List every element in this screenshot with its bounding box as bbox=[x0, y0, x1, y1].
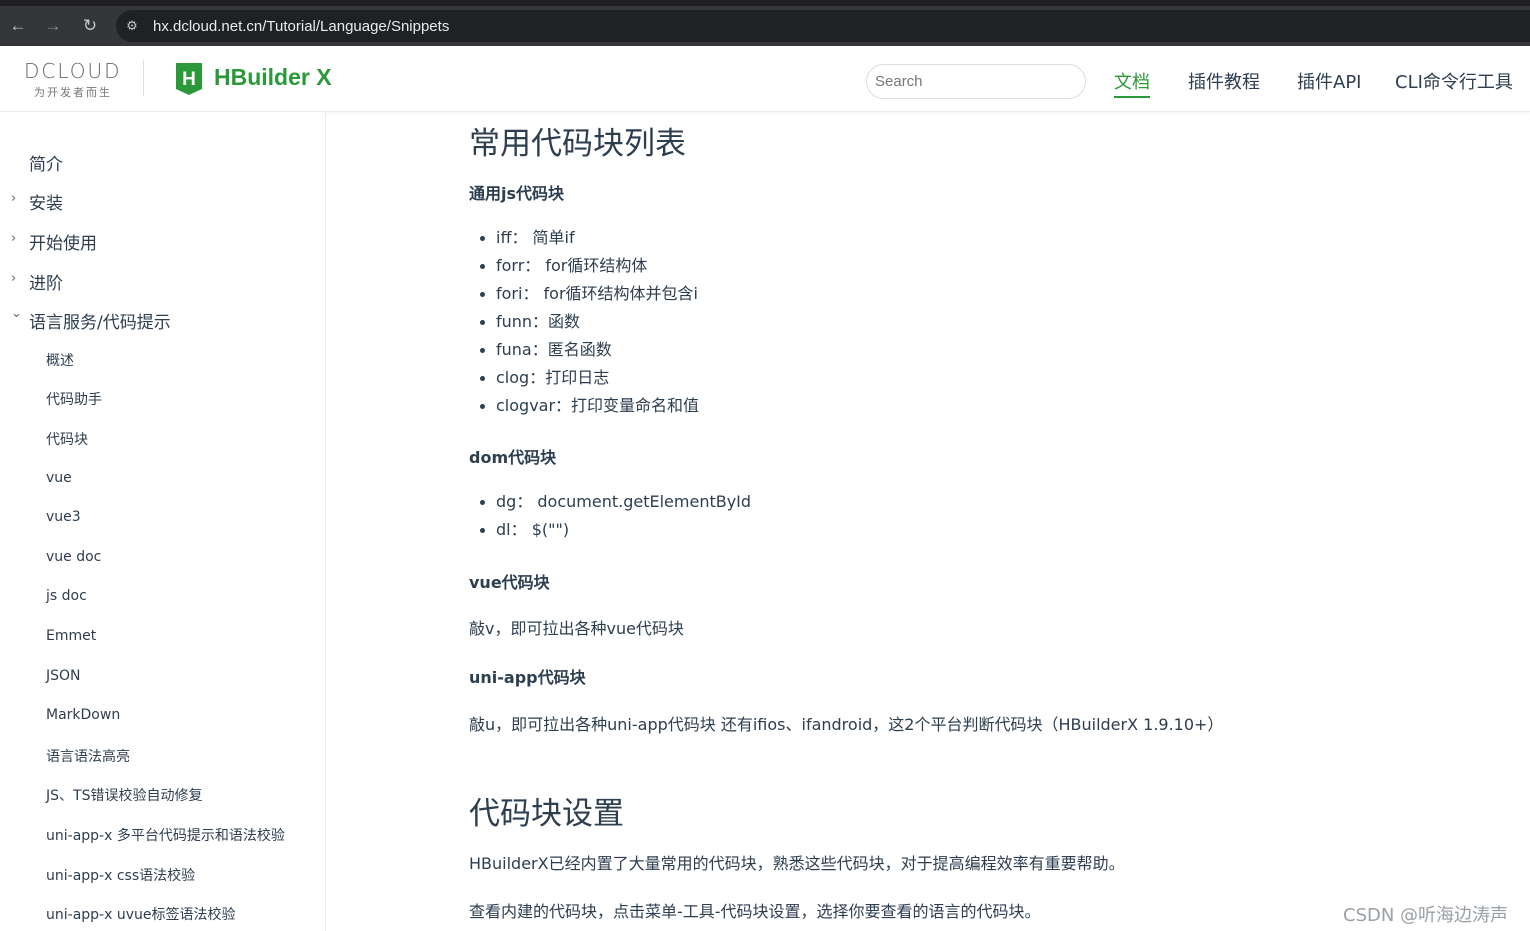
sidebar-subitem-vue3[interactable]: vue3 bbox=[46, 509, 81, 525]
list-item: funa：匿名函数 bbox=[469, 336, 699, 364]
sidebar-subitem-js-ts-autofix[interactable]: JS、TS错误校验自动修复 bbox=[46, 785, 202, 805]
list-item: clogvar：打印变量命名和值 bbox=[469, 392, 699, 420]
sidebar-subitem-json[interactable]: JSON bbox=[46, 668, 81, 684]
sidebar-item-label: 安装 bbox=[29, 194, 63, 214]
csdn-watermark: CSDN @听海边涛声 bbox=[1343, 905, 1509, 926]
reload-icon[interactable]: ↻ bbox=[78, 14, 102, 38]
back-arrow-icon[interactable]: ← bbox=[6, 14, 30, 38]
dcloud-tagline: 为开发者而生 bbox=[34, 87, 112, 99]
dom-snippet-list: dg： document.getElementById dl： $("") bbox=[469, 488, 751, 544]
address-bar[interactable]: ⚙ hx.dcloud.net.cn/Tutorial/Language/Sni… bbox=[116, 10, 1530, 42]
sidebar-item-label: 进阶 bbox=[29, 274, 63, 294]
heading-dom-snippets: dom代码块 bbox=[469, 448, 557, 467]
sidebar-item-label: 语言服务/代码提示 bbox=[29, 313, 171, 333]
hbuilder-logo-icon[interactable]: H bbox=[174, 61, 204, 97]
nav-cli[interactable]: CLI命令行工具 bbox=[1395, 68, 1513, 94]
sidebar-item-advanced[interactable]: › 进阶 bbox=[11, 269, 63, 294]
sidebar-item-getting-started[interactable]: › 开始使用 bbox=[11, 229, 97, 254]
paragraph-settings-1: HBuilderX已经内置了大量常用的代码块，熟悉这些代码块，对于提高编程效率有… bbox=[469, 854, 1125, 873]
sidebar-subitem-uniappx-hints[interactable]: uni-app-x 多平台代码提示和语法校验 bbox=[46, 825, 285, 845]
js-snippet-list: iff： 简单if forr： for循环结构体 fori： for循环结构体并… bbox=[469, 224, 699, 420]
main-content: 常用代码块列表 通用js代码块 iff： 简单if forr： for循环结构体… bbox=[327, 112, 1530, 931]
site-info-icon[interactable]: ⚙ bbox=[122, 16, 142, 36]
sidebar-subitem-code-assistant[interactable]: 代码助手 bbox=[46, 389, 102, 409]
paragraph-uniapp: 敲u，即可拉出各种uni-app代码块 还有ifios、ifandroid，这2… bbox=[469, 715, 1224, 734]
sidebar-subitem-vue-doc[interactable]: vue doc bbox=[46, 549, 101, 565]
chevron-right-icon: › bbox=[11, 271, 17, 286]
chevron-down-icon: ⌄ bbox=[11, 306, 22, 321]
url-text[interactable]: hx.dcloud.net.cn/Tutorial/Language/Snipp… bbox=[153, 18, 449, 35]
sidebar: 简介 › 安装 › 开始使用 › 进阶 ⌄ 语言服务/代码提示 概述 代码助手 … bbox=[0, 112, 326, 931]
sidebar-subitem-overview[interactable]: 概述 bbox=[46, 350, 74, 370]
heading-snippet-settings: 代码块设置 bbox=[469, 796, 624, 832]
sidebar-subitem-syntax-highlight[interactable]: 语言语法高亮 bbox=[46, 746, 130, 766]
forward-arrow-icon[interactable]: → bbox=[41, 14, 65, 38]
sidebar-subitem-uniappx-uvue[interactable]: uni-app-x uvue标签语法校验 bbox=[46, 904, 235, 924]
heading-js-snippets: 通用js代码块 bbox=[469, 184, 565, 203]
sidebar-subitem-js-doc[interactable]: js doc bbox=[46, 588, 87, 604]
heading-vue-snippets: vue代码块 bbox=[469, 573, 550, 592]
chevron-right-icon: › bbox=[11, 231, 17, 246]
list-item: forr： for循环结构体 bbox=[469, 252, 699, 280]
hbuilder-logo-letter: H bbox=[182, 69, 196, 90]
chevron-right-icon: › bbox=[11, 191, 17, 206]
paragraph-settings-2: 查看内建的代码块，点击菜单-工具-代码块设置，选择你要查看的语言的代码块。 bbox=[469, 902, 1041, 921]
sidebar-subitem-uniappx-css[interactable]: uni-app-x css语法校验 bbox=[46, 865, 195, 885]
search-input[interactable] bbox=[866, 64, 1086, 99]
product-title[interactable]: HBuilder X bbox=[214, 64, 332, 91]
list-item: funn：函数 bbox=[469, 308, 699, 336]
list-item: dg： document.getElementById bbox=[469, 488, 751, 516]
sidebar-subitem-markdown[interactable]: MarkDown bbox=[46, 707, 120, 723]
nav-plugin-tutorial[interactable]: 插件教程 bbox=[1188, 68, 1260, 94]
heading-uniapp-snippets: uni-app代码块 bbox=[469, 668, 586, 687]
sidebar-subitem-emmet[interactable]: Emmet bbox=[46, 628, 96, 644]
browser-toolbar: ← → ↻ ⚙ hx.dcloud.net.cn/Tutorial/Langua… bbox=[0, 0, 1530, 46]
list-item: fori： for循环结构体并包含i bbox=[469, 280, 699, 308]
sidebar-subitem-vue[interactable]: vue bbox=[46, 470, 72, 486]
sidebar-item-intro[interactable]: 简介 bbox=[29, 150, 63, 175]
sidebar-item-label: 简介 bbox=[29, 155, 63, 175]
nav-plugin-api[interactable]: 插件API bbox=[1297, 68, 1361, 94]
paragraph-vue: 敲v，即可拉出各种vue代码块 bbox=[469, 619, 684, 638]
heading-snippet-list: 常用代码块列表 bbox=[469, 126, 686, 162]
nav-docs[interactable]: 文档 bbox=[1114, 68, 1150, 98]
list-item: clog：打印日志 bbox=[469, 364, 699, 392]
site-header: DCLOUD 为开发者而生 H HBuilder X 文档 插件教程 插件API… bbox=[0, 46, 1530, 112]
dcloud-logo[interactable]: DCLOUD 为开发者而生 bbox=[24, 60, 128, 100]
list-item: dl： $("") bbox=[469, 516, 751, 544]
list-item: iff： 简单if bbox=[469, 224, 699, 252]
sidebar-subitem-snippets[interactable]: 代码块 bbox=[46, 429, 88, 449]
sidebar-item-install[interactable]: › 安装 bbox=[11, 189, 63, 214]
header-divider bbox=[143, 60, 144, 96]
sidebar-item-label: 开始使用 bbox=[29, 234, 97, 254]
dcloud-logo-text: DCLOUD bbox=[24, 59, 122, 83]
sidebar-item-language-service[interactable]: ⌄ 语言服务/代码提示 bbox=[11, 306, 171, 333]
